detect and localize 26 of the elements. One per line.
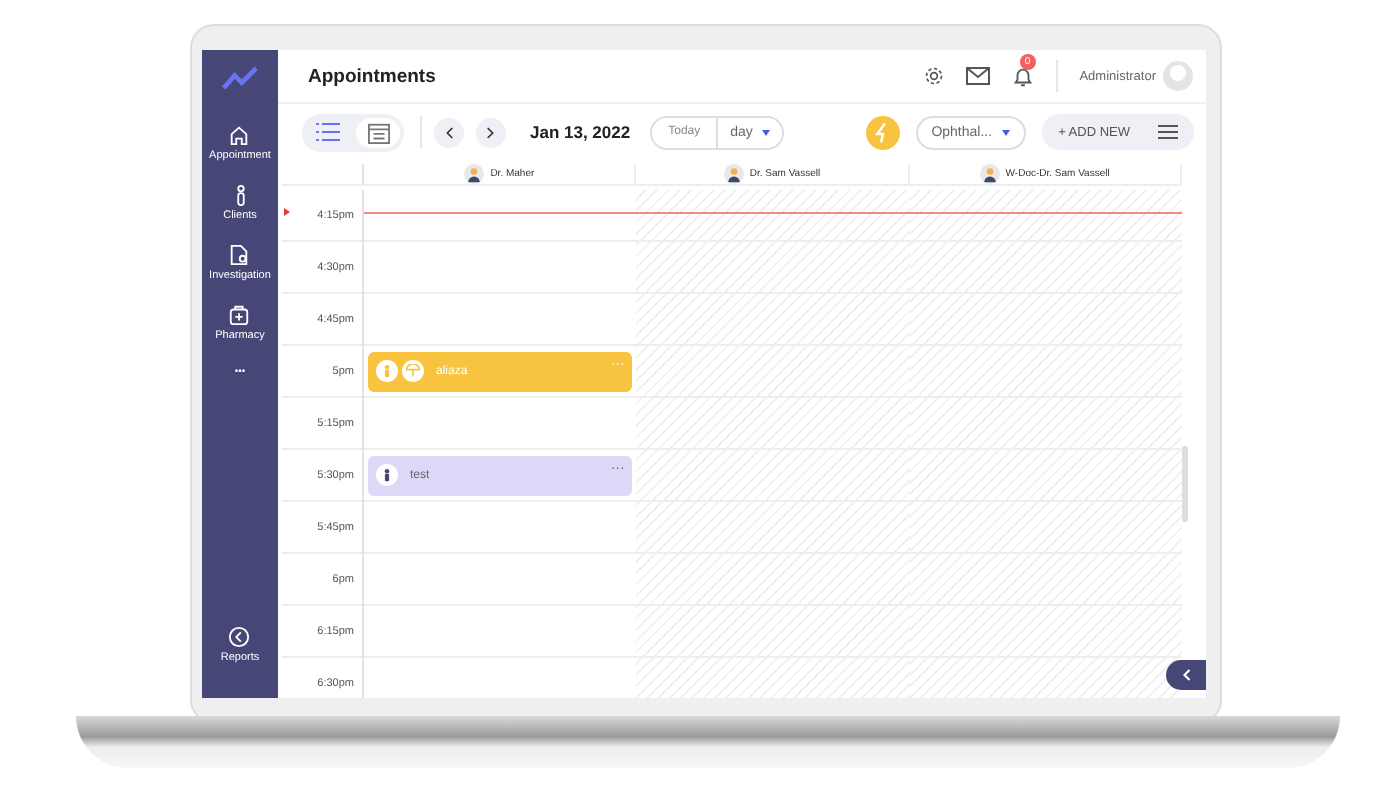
chevron-circle-icon [228, 626, 251, 648]
current-date: Jan 13, 2022 [530, 122, 631, 142]
chart-logo-icon [222, 66, 258, 92]
mail-icon[interactable] [965, 66, 990, 86]
chevron-right-icon [486, 125, 496, 139]
chevron-left-icon [1181, 668, 1191, 682]
next-button[interactable] [476, 117, 506, 147]
avatar-icon [1162, 60, 1194, 92]
caret-icon [1002, 129, 1011, 135]
chevron-left-icon [444, 125, 454, 139]
document-icon [228, 244, 251, 266]
bell-icon[interactable] [1011, 65, 1034, 87]
page-title: Appointments [308, 65, 436, 87]
collapse-button[interactable] [1166, 660, 1206, 690]
previous-button[interactable] [434, 117, 464, 147]
menu-icon[interactable] [1158, 124, 1178, 140]
list-icon [316, 122, 340, 142]
medical-kit-icon [228, 304, 251, 326]
umbrella-icon [402, 360, 424, 382]
scrollbar[interactable] [1182, 446, 1188, 522]
current-time-marker [284, 208, 290, 216]
calendar-icon [367, 121, 389, 143]
calendar-view-button[interactable] [356, 117, 400, 147]
home-icon [228, 124, 251, 146]
caret-icon [762, 129, 771, 135]
settings-icon[interactable] [923, 66, 944, 86]
